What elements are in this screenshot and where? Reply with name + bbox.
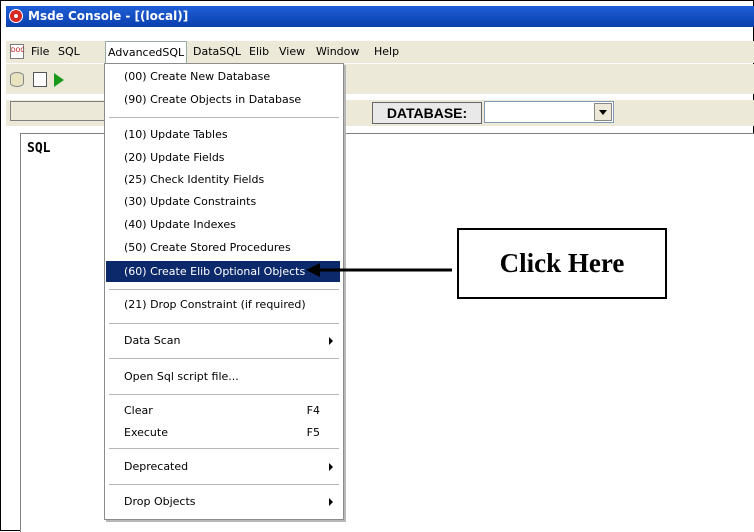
menu-sql[interactable]: SQL <box>58 45 80 58</box>
app-icon <box>9 9 23 23</box>
run-icon[interactable] <box>54 73 64 87</box>
menu-help[interactable]: Help <box>374 45 399 58</box>
menu-item-execute[interactable]: Execute F5 <box>106 422 340 443</box>
menu-item-update-indexes[interactable]: (40) Update Indexes <box>106 214 340 235</box>
menu-view[interactable]: View <box>279 45 305 58</box>
menu-separator <box>109 448 339 449</box>
menu-item-create-objects[interactable]: (90) Create Objects in Database <box>106 89 340 110</box>
menu-item-check-identity[interactable]: (25) Check Identity Fields <box>106 169 340 190</box>
menu-separator <box>109 484 339 485</box>
document-icon[interactable]: DOC <box>10 44 25 59</box>
advancedsql-dropdown: (00) Create New Database (90) Create Obj… <box>104 63 344 520</box>
menu-separator <box>109 394 339 395</box>
new-document-icon[interactable] <box>33 72 47 87</box>
menu-separator <box>109 289 339 290</box>
database-icon[interactable] <box>10 72 24 87</box>
submenu-arrow-icon <box>329 463 333 471</box>
menu-separator <box>109 358 339 359</box>
menu-item-drop-objects[interactable]: Drop Objects <box>106 491 340 512</box>
title-bar: Msde Console - [(local)] <box>6 6 754 27</box>
annotation-arrow <box>306 263 452 277</box>
click-here-callout: Click Here <box>457 228 667 299</box>
left-combo[interactable] <box>10 101 108 121</box>
menu-window[interactable]: Window <box>316 45 359 58</box>
chevron-down-icon[interactable] <box>594 103 612 121</box>
submenu-arrow-icon <box>329 337 333 345</box>
menu-separator <box>109 323 339 324</box>
menu-item-create-stored-procedures[interactable]: (50) Create Stored Procedures <box>106 237 340 258</box>
menu-elib[interactable]: Elib <box>249 45 269 58</box>
menu-item-create-new-database[interactable]: (00) Create New Database <box>106 66 340 87</box>
menu-separator <box>109 117 339 118</box>
database-select[interactable] <box>484 101 614 123</box>
callout-text: Click Here <box>499 248 625 278</box>
menu-item-deprecated[interactable]: Deprecated <box>106 456 340 477</box>
window-title: Msde Console - [(local)] <box>28 9 189 23</box>
menu-item-drop-constraint[interactable]: (21) Drop Constraint (if required) <box>106 294 340 315</box>
menu-item-update-fields[interactable]: (20) Update Fields <box>106 147 340 168</box>
menu-datasql[interactable]: DataSQL <box>193 45 241 58</box>
menu-item-open-sql-script[interactable]: Open Sql script file... <box>106 366 340 387</box>
menu-item-data-scan[interactable]: Data Scan <box>106 330 340 351</box>
submenu-arrow-icon <box>329 498 333 506</box>
menu-item-update-constraints[interactable]: (30) Update Constraints <box>106 191 340 212</box>
menu-item-clear[interactable]: Clear F4 <box>106 400 340 421</box>
menu-bar: DOC File SQL AdvancedSQL DataSQL Elib Vi… <box>6 41 754 64</box>
menu-file[interactable]: File <box>31 45 49 58</box>
menu-advancedsql[interactable]: AdvancedSQL <box>105 41 188 64</box>
menu-item-update-tables[interactable]: (10) Update Tables <box>106 124 340 145</box>
database-label: DATABASE: <box>372 102 482 124</box>
sql-label: SQL <box>27 141 51 156</box>
